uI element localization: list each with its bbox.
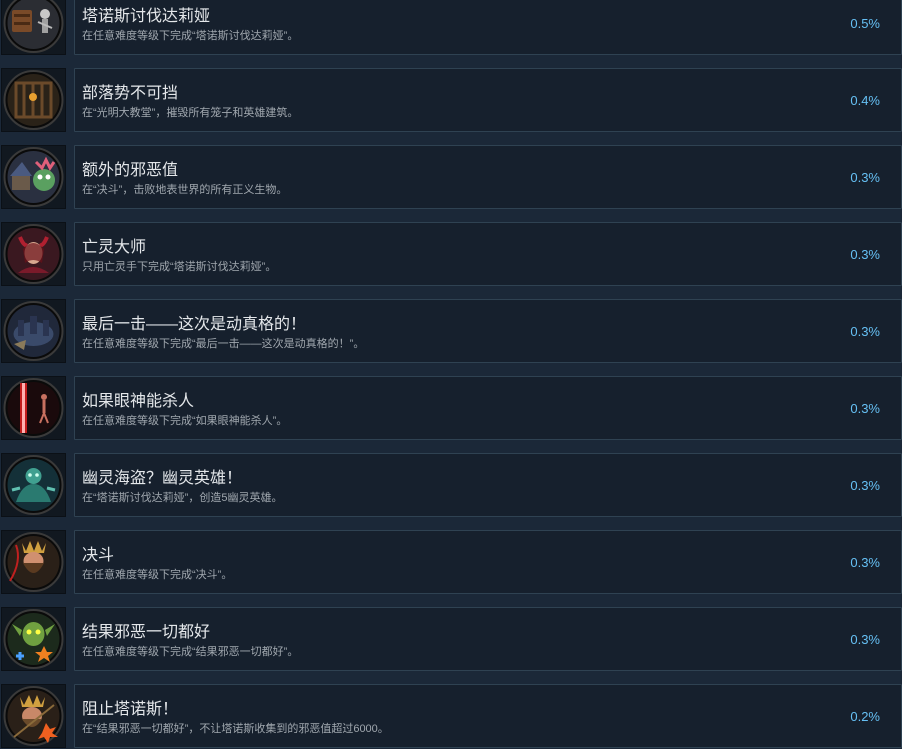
achievement-icon-frame (1, 0, 66, 55)
achievement-description: 在“决斗”，击败地表世界的所有正义生物。 (82, 184, 288, 196)
achievement-title: 部落势不可挡 (82, 85, 179, 102)
achievement-title: 最后一击——这次是动真格的！ (82, 316, 307, 333)
achievement-description: 在“塔诺斯讨伐达莉娅”，创造5幽灵英雄。 (82, 492, 283, 504)
achievement-card: 最后一击——这次是动真格的！ 在任意难度等级下完成“最后一击——这次是动真格的！… (74, 299, 902, 363)
achievement-unlock-percent: 0.2% (850, 709, 880, 724)
achievement-row[interactable]: 决斗 在任意难度等级下完成“决斗”。 0.3% (0, 530, 902, 607)
horned-woman-icon (3, 224, 64, 284)
achievement-card: 额外的邪恶值 在“决斗”，击败地表世界的所有正义生物。 0.3% (74, 145, 902, 209)
achievement-unlock-percent: 0.3% (850, 247, 880, 262)
achievement-unlock-percent: 0.3% (850, 632, 880, 647)
achievement-icon-frame (1, 299, 66, 363)
achievement-row[interactable]: 幽灵海盗？幽灵英雄！ 在“塔诺斯讨伐达莉娅”，创造5幽灵英雄。 0.3% (0, 453, 902, 530)
achievement-row[interactable]: 额外的邪恶值 在“决斗”，击败地表世界的所有正义生物。 0.3% (0, 145, 902, 222)
cage-icon (3, 70, 64, 130)
achievement-title: 决斗 (82, 547, 115, 564)
achievement-unlock-percent: 0.3% (850, 324, 880, 339)
ghost-warrior-icon (3, 455, 64, 515)
achievement-card: 幽灵海盗？幽灵英雄！ 在“塔诺斯讨伐达莉娅”，创造5幽灵英雄。 0.3% (74, 453, 902, 517)
achievement-description: 在任意难度等级下完成“决斗”。 (82, 569, 233, 581)
achievement-card: 结果邪恶一切都好 在任意难度等级下完成“结果邪恶一切都好”。 0.3% (74, 607, 902, 671)
achievement-card: 亡灵大师 只用亡灵手下完成“塔诺斯讨伐达莉娅”。 0.3% (74, 222, 902, 286)
cart-and-skeleton-icon (3, 0, 64, 53)
achievement-description: 在任意难度等级下完成“如果眼神能杀人”。 (82, 415, 288, 427)
house-and-creature-icon (3, 147, 64, 207)
achievement-description: 在任意难度等级下完成“最后一击——这次是动真格的！”。 (82, 338, 365, 350)
achievement-row[interactable]: 阻止塔诺斯！ 在“结果邪恶一切都好”，不让塔诺斯收集到的邪恶值超过6000。 0… (0, 684, 902, 749)
achievement-list: 塔诺斯讨伐达莉娅 在任意难度等级下完成“塔诺斯讨伐达莉娅”。 0.5% 部落势不… (0, 0, 902, 749)
achievement-card: 阻止塔诺斯！ 在“结果邪恶一切都好”，不让塔诺斯收集到的邪恶值超过6000。 0… (74, 684, 902, 748)
achievement-row[interactable]: 部落势不可挡 在“光明大教堂”，摧毁所有笼子和英雄建筑。 0.4% (0, 68, 902, 145)
dark-fortress-icon (3, 301, 64, 361)
achievement-title: 如果眼神能杀人 (82, 393, 195, 410)
achievement-title: 幽灵海盗？幽灵英雄！ (82, 470, 243, 487)
achievement-icon-frame (1, 530, 66, 594)
achievement-unlock-percent: 0.5% (850, 16, 880, 31)
achievement-title: 塔诺斯讨伐达莉娅 (82, 8, 211, 25)
achievement-card: 如果眼神能杀人 在任意难度等级下完成“如果眼神能杀人”。 0.3% (74, 376, 902, 440)
achievement-unlock-percent: 0.4% (850, 93, 880, 108)
achievement-description: 在“结果邪恶一切都好”，不让塔诺斯收集到的邪恶值超过6000。 (82, 723, 389, 735)
achievement-icon-frame (1, 453, 66, 517)
achievement-icon-frame (1, 145, 66, 209)
achievement-unlock-percent: 0.3% (850, 170, 880, 185)
laser-beam-icon (3, 378, 64, 438)
achievement-card: 决斗 在任意难度等级下完成“决斗”。 0.3% (74, 530, 902, 594)
goblin-star-icon (3, 609, 64, 669)
bearded-warrior-icon (3, 532, 64, 592)
achievement-title: 亡灵大师 (82, 239, 147, 256)
achievement-icon-frame (1, 68, 66, 132)
king-explosion-icon (3, 686, 64, 746)
achievement-row[interactable]: 结果邪恶一切都好 在任意难度等级下完成“结果邪恶一切都好”。 0.3% (0, 607, 902, 684)
achievement-description: 只用亡灵手下完成“塔诺斯讨伐达莉娅”。 (82, 261, 277, 273)
achievement-title: 结果邪恶一切都好 (82, 624, 211, 641)
achievement-unlock-percent: 0.3% (850, 401, 880, 416)
achievement-unlock-percent: 0.3% (850, 478, 880, 493)
achievement-icon-frame (1, 684, 66, 748)
achievement-row[interactable]: 如果眼神能杀人 在任意难度等级下完成“如果眼神能杀人”。 0.3% (0, 376, 902, 453)
achievement-icon-frame (1, 376, 66, 440)
achievement-description: 在任意难度等级下完成“结果邪恶一切都好”。 (82, 646, 299, 658)
achievement-row[interactable]: 塔诺斯讨伐达莉娅 在任意难度等级下完成“塔诺斯讨伐达莉娅”。 0.5% (0, 0, 902, 68)
achievement-title: 额外的邪恶值 (82, 162, 179, 179)
achievement-row[interactable]: 亡灵大师 只用亡灵手下完成“塔诺斯讨伐达莉娅”。 0.3% (0, 222, 902, 299)
achievement-title: 阻止塔诺斯！ (82, 701, 179, 718)
achievement-description: 在“光明大教堂”，摧毁所有笼子和英雄建筑。 (82, 107, 299, 119)
achievement-row[interactable]: 最后一击——这次是动真格的！ 在任意难度等级下完成“最后一击——这次是动真格的！… (0, 299, 902, 376)
achievement-icon-frame (1, 222, 66, 286)
achievement-card: 部落势不可挡 在“光明大教堂”，摧毁所有笼子和英雄建筑。 0.4% (74, 68, 902, 132)
achievement-card: 塔诺斯讨伐达莉娅 在任意难度等级下完成“塔诺斯讨伐达莉娅”。 0.5% (74, 0, 902, 55)
achievement-unlock-percent: 0.3% (850, 555, 880, 570)
achievement-icon-frame (1, 607, 66, 671)
achievement-description: 在任意难度等级下完成“塔诺斯讨伐达莉娅”。 (82, 30, 299, 42)
